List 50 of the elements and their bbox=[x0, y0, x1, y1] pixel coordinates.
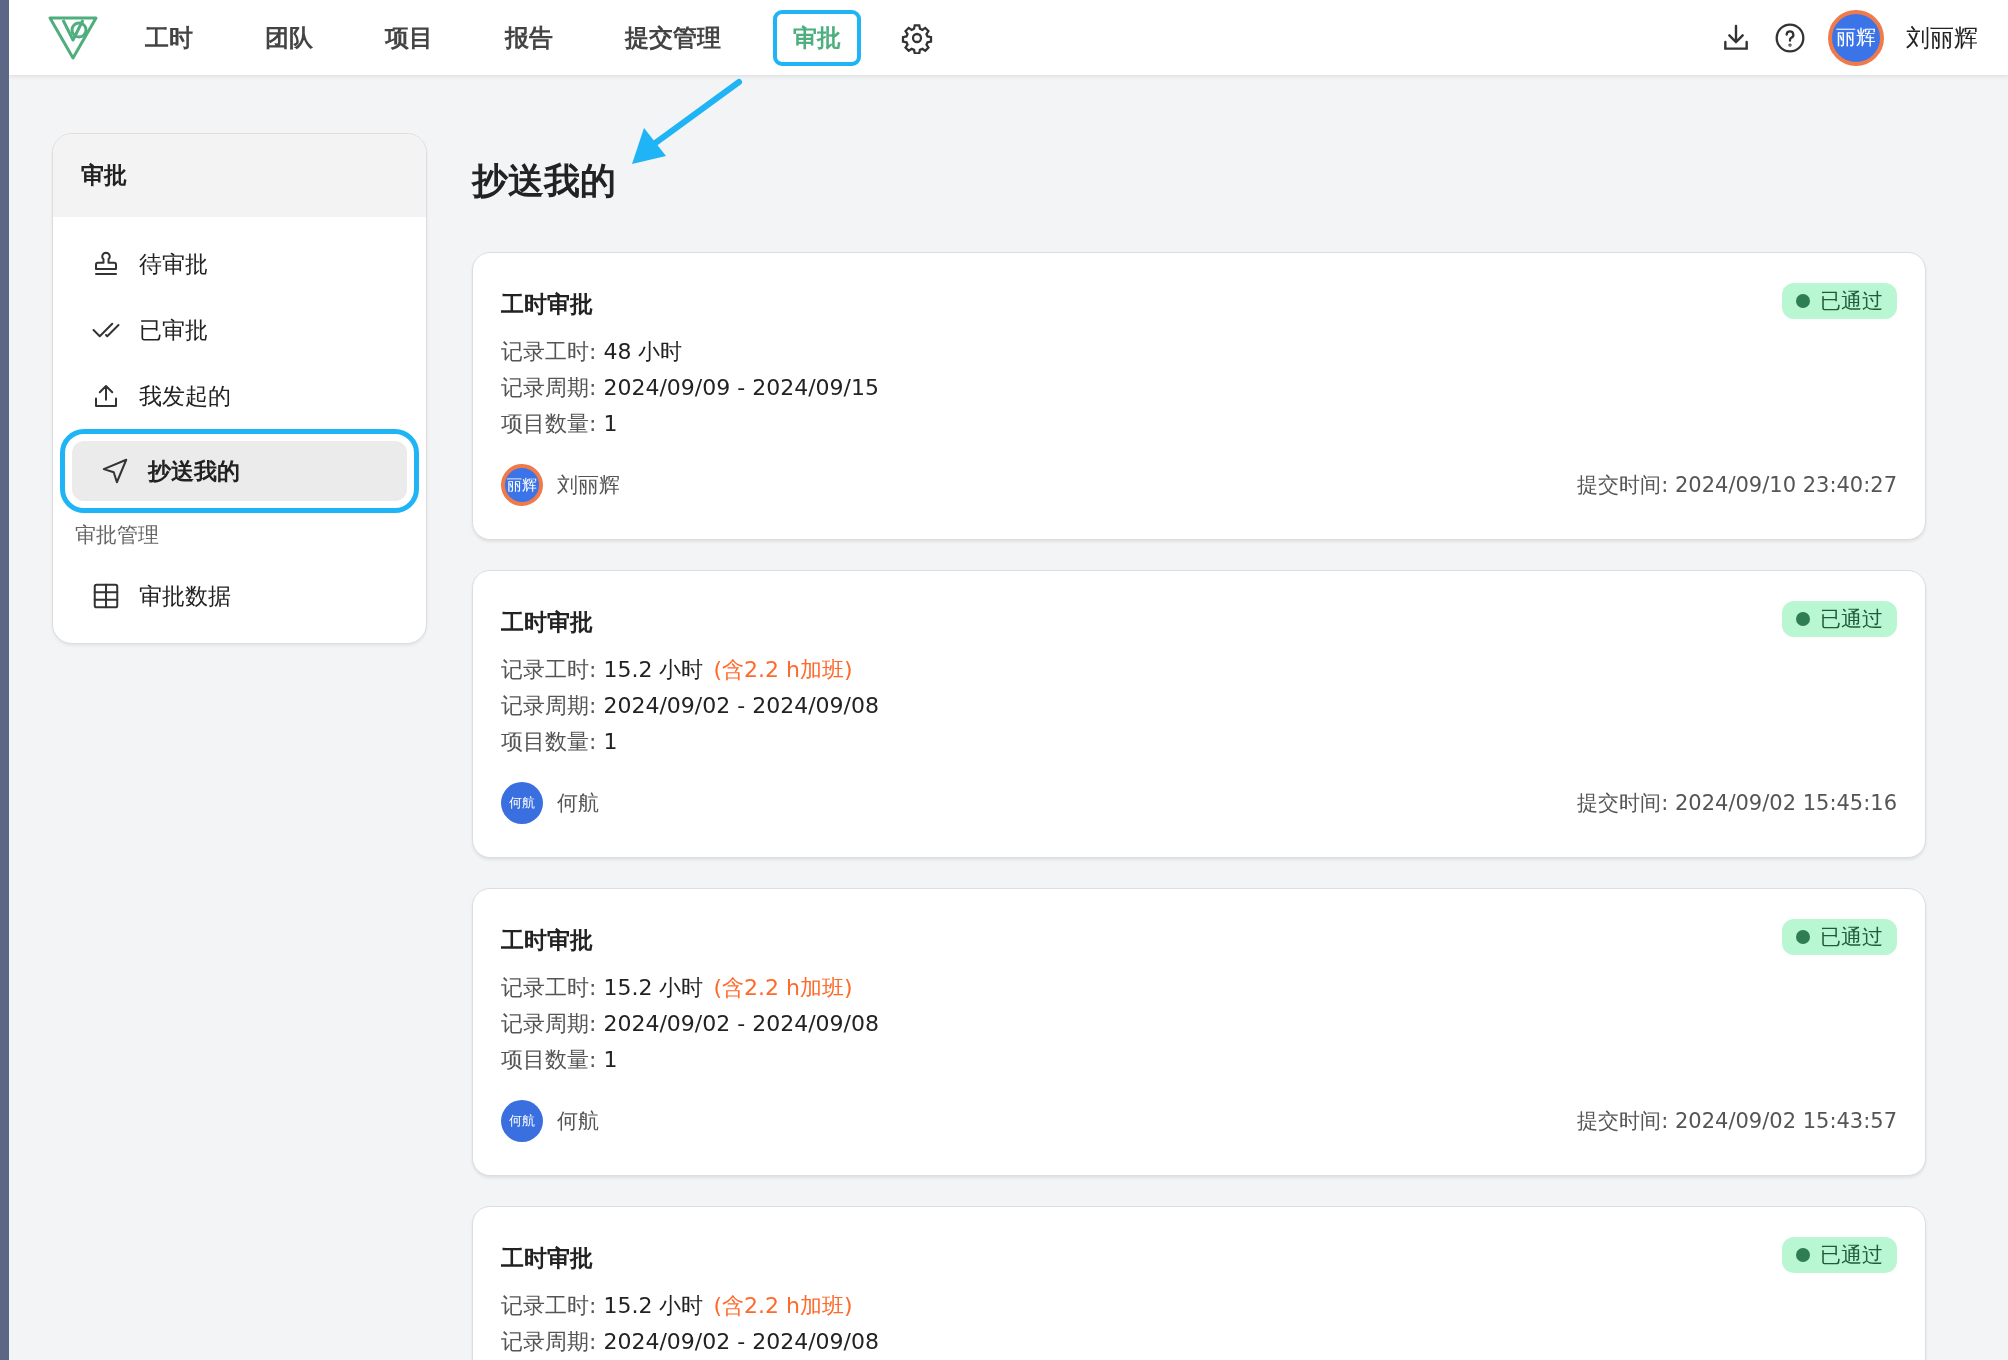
field-line: 记录周期: 2024/09/09 - 2024/09/15 bbox=[501, 374, 880, 402]
nav-tab[interactable]: 报告 bbox=[485, 9, 573, 66]
approval-card[interactable]: 工时审批 已通过 记录工时: 15.2 小时 (含2.2 h加班) 记录周期: 2024/09/02 - 2024/09/08 项目数量: 1 何航 何航 提交时间: 2024/09/02 15:45:16 bbox=[472, 570, 1926, 858]
status-badge: 已通过 bbox=[1782, 601, 1897, 637]
approval-card[interactable]: 工时审批 已通过 记录工时: 15.2 小时 (含2.2 h加班) 记录周期: 2024/09/02 - 2024/09/08 bbox=[472, 1206, 1926, 1360]
submitter-name: 何航 bbox=[557, 790, 599, 817]
submit-time: 提交时间: 2024/09/10 23:40:27 bbox=[1577, 472, 1897, 499]
field-line: 项目数量: 1 bbox=[501, 410, 619, 438]
sidebar-item[interactable]: 我发起的 bbox=[63, 366, 416, 426]
sidebar-item[interactable]: 已审批 bbox=[63, 300, 416, 360]
table-icon bbox=[91, 581, 121, 611]
page-title: 抄送我的 bbox=[472, 159, 617, 203]
sidebar-title: 审批 bbox=[53, 134, 426, 217]
user-avatar: 何航 bbox=[501, 1100, 543, 1142]
nav-tab[interactable]: 团队 bbox=[245, 9, 333, 66]
approval-card[interactable]: 工时审批 已通过 记录工时: 48 小时 记录周期: 2024/09/09 - 2024/09/15 项目数量: 1 丽辉 刘丽辉 提交时间: 2024/09/10 23:40:27 bbox=[472, 252, 1926, 540]
field-line: 项目数量: 1 bbox=[501, 1046, 619, 1074]
card-title: 工时审批 bbox=[501, 608, 593, 637]
section-label: 审批管理 bbox=[74, 522, 160, 549]
field-line: 记录周期: 2024/09/02 - 2024/09/08 bbox=[501, 692, 880, 720]
sidebar-item[interactable]: 审批数据 bbox=[63, 566, 416, 626]
status-badge: 已通过 bbox=[1782, 283, 1897, 319]
field-line: 项目数量: 1 bbox=[501, 728, 619, 756]
submitter-name: 何航 bbox=[557, 1108, 599, 1135]
send-icon bbox=[100, 456, 130, 486]
field-line: 记录周期: 2024/09/02 - 2024/09/08 bbox=[501, 1010, 880, 1038]
field-line: 记录周期: 2024/09/02 - 2024/09/08 bbox=[501, 1328, 880, 1356]
user-avatar: 丽辉 bbox=[501, 464, 543, 506]
help-icon[interactable] bbox=[1774, 21, 1806, 54]
field-line: 记录工时: 15.2 小时 (含2.2 h加班) bbox=[501, 974, 854, 1002]
submit-time: 提交时间: 2024/09/02 15:43:57 bbox=[1577, 1108, 1897, 1135]
submitter-name: 刘丽辉 bbox=[557, 472, 620, 499]
sidebar-item[interactable]: 待审批 bbox=[63, 234, 416, 294]
nav-tab[interactable]: 工时 bbox=[125, 9, 213, 66]
submit-time: 提交时间: 2024/09/02 15:45:16 bbox=[1577, 790, 1897, 817]
approval-card[interactable]: 工时审批 已通过 记录工时: 15.2 小时 (含2.2 h加班) 记录周期: 2024/09/02 - 2024/09/08 项目数量: 1 何航 何航 提交时间: 2024/09/02 15:43:57 bbox=[472, 888, 1926, 1176]
nav-tab[interactable]: 项目 bbox=[365, 9, 453, 66]
status-badge: 已通过 bbox=[1782, 1237, 1897, 1273]
nav-tab[interactable]: 提交管理 bbox=[605, 9, 741, 66]
field-line: 记录工时: 15.2 小时 (含2.2 h加班) bbox=[501, 1292, 854, 1320]
status-badge: 已通过 bbox=[1782, 919, 1897, 955]
card-title: 工时审批 bbox=[501, 926, 593, 955]
field-line: 记录工时: 15.2 小时 (含2.2 h加班) bbox=[501, 656, 854, 684]
settings-icon[interactable] bbox=[901, 21, 933, 54]
user-avatar: 何航 bbox=[501, 782, 543, 824]
card-title: 工时审批 bbox=[501, 290, 593, 319]
user-name[interactable]: 刘丽辉 bbox=[1906, 21, 1978, 54]
card-title: 工时审批 bbox=[501, 1244, 593, 1273]
field-line: 记录工时: 48 小时 bbox=[501, 338, 684, 366]
user-avatar: 丽辉 bbox=[1828, 9, 1884, 66]
